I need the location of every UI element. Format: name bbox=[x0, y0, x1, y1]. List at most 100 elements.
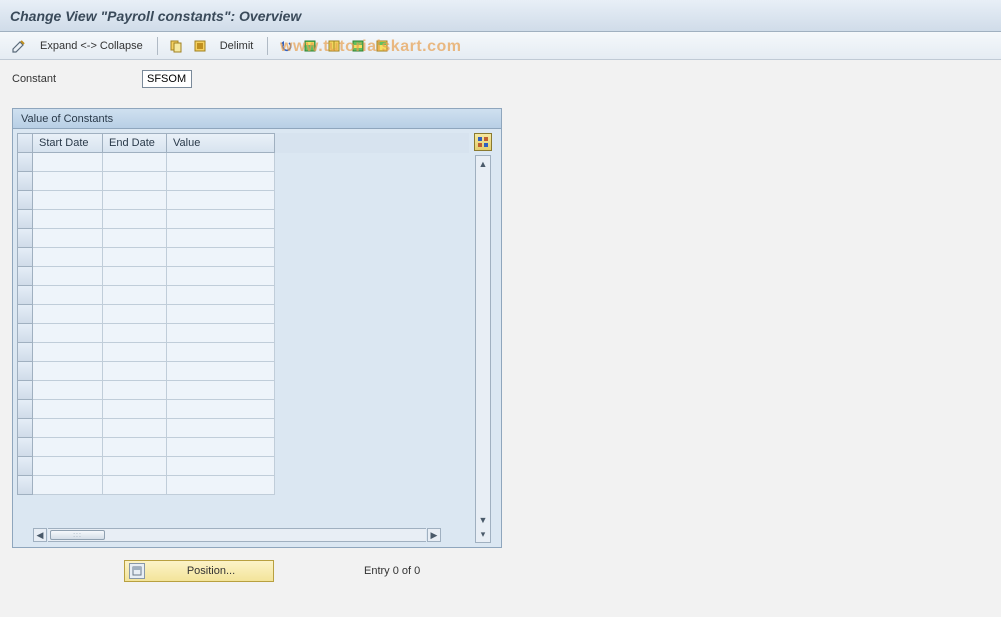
cell[interactable] bbox=[167, 438, 275, 457]
delimit-button[interactable]: Delimit bbox=[214, 40, 260, 52]
row-selector[interactable] bbox=[17, 324, 33, 343]
scroll-last-icon[interactable]: ▾ bbox=[477, 528, 489, 540]
cell[interactable] bbox=[103, 457, 167, 476]
cell[interactable] bbox=[33, 343, 103, 362]
scroll-right-icon[interactable]: ▶ bbox=[427, 528, 441, 542]
row-selector[interactable] bbox=[17, 400, 33, 419]
row-selector[interactable] bbox=[17, 191, 33, 210]
cell[interactable] bbox=[103, 324, 167, 343]
cell[interactable] bbox=[167, 381, 275, 400]
cell[interactable] bbox=[167, 476, 275, 495]
constant-input[interactable] bbox=[142, 70, 192, 88]
print-icon[interactable] bbox=[372, 36, 392, 56]
scroll-down-icon[interactable]: ▼ bbox=[477, 514, 489, 526]
hscroll-track[interactable]: ::: bbox=[48, 528, 426, 542]
undo-icon[interactable] bbox=[276, 36, 296, 56]
row-selector[interactable] bbox=[17, 229, 33, 248]
cell[interactable] bbox=[167, 419, 275, 438]
cell[interactable] bbox=[33, 419, 103, 438]
table-row bbox=[17, 419, 469, 438]
scroll-up-icon[interactable]: ▲ bbox=[477, 158, 489, 170]
row-selector[interactable] bbox=[17, 248, 33, 267]
cell[interactable] bbox=[167, 267, 275, 286]
cell[interactable] bbox=[103, 400, 167, 419]
cell[interactable] bbox=[167, 400, 275, 419]
select-all-icon[interactable] bbox=[190, 36, 210, 56]
position-button[interactable]: Position... bbox=[124, 560, 274, 582]
cell[interactable] bbox=[103, 381, 167, 400]
row-selector[interactable] bbox=[17, 153, 33, 172]
col-start-date[interactable]: Start Date bbox=[33, 133, 103, 153]
table-config-icon[interactable] bbox=[474, 133, 492, 151]
select-all-rows[interactable] bbox=[17, 133, 33, 153]
cell[interactable] bbox=[167, 362, 275, 381]
cell[interactable] bbox=[33, 305, 103, 324]
cell[interactable] bbox=[103, 362, 167, 381]
cell[interactable] bbox=[33, 229, 103, 248]
cell[interactable] bbox=[167, 343, 275, 362]
row-selector[interactable] bbox=[17, 267, 33, 286]
cell[interactable] bbox=[167, 172, 275, 191]
cell[interactable] bbox=[103, 229, 167, 248]
table-settings-icon[interactable] bbox=[348, 36, 368, 56]
cell[interactable] bbox=[167, 305, 275, 324]
row-selector[interactable] bbox=[17, 305, 33, 324]
row-selector[interactable] bbox=[17, 419, 33, 438]
cell[interactable] bbox=[167, 191, 275, 210]
cell[interactable] bbox=[33, 457, 103, 476]
right-strip: ▲ ▼ ▾ bbox=[469, 133, 497, 543]
toggle-edit-icon[interactable] bbox=[8, 36, 30, 56]
cell[interactable] bbox=[33, 267, 103, 286]
row-selector[interactable] bbox=[17, 172, 33, 191]
cell[interactable] bbox=[103, 248, 167, 267]
cell[interactable] bbox=[33, 438, 103, 457]
cell[interactable] bbox=[33, 286, 103, 305]
row-selector[interactable] bbox=[17, 210, 33, 229]
cell[interactable] bbox=[103, 419, 167, 438]
cell[interactable] bbox=[167, 457, 275, 476]
cell[interactable] bbox=[167, 286, 275, 305]
cell[interactable] bbox=[33, 172, 103, 191]
cell[interactable] bbox=[33, 324, 103, 343]
cell[interactable] bbox=[103, 153, 167, 172]
scroll-left-icon[interactable]: ◀ bbox=[33, 528, 47, 542]
table-row bbox=[17, 362, 469, 381]
cell[interactable] bbox=[33, 210, 103, 229]
cell[interactable] bbox=[33, 191, 103, 210]
row-selector[interactable] bbox=[17, 381, 33, 400]
cell[interactable] bbox=[103, 343, 167, 362]
row-selector[interactable] bbox=[17, 438, 33, 457]
col-value[interactable]: Value bbox=[167, 133, 275, 153]
cell[interactable] bbox=[167, 210, 275, 229]
cell[interactable] bbox=[167, 153, 275, 172]
expand-collapse-button[interactable]: Expand <-> Collapse bbox=[34, 40, 149, 52]
select-block-icon[interactable] bbox=[300, 36, 320, 56]
cell[interactable] bbox=[103, 305, 167, 324]
cell[interactable] bbox=[33, 248, 103, 267]
cell[interactable] bbox=[33, 362, 103, 381]
cell[interactable] bbox=[103, 210, 167, 229]
cell[interactable] bbox=[167, 248, 275, 267]
deselect-all-icon[interactable] bbox=[324, 36, 344, 56]
row-selector[interactable] bbox=[17, 286, 33, 305]
cell[interactable] bbox=[103, 286, 167, 305]
copy-icon[interactable] bbox=[166, 36, 186, 56]
hscroll-thumb[interactable]: ::: bbox=[50, 530, 105, 540]
row-selector[interactable] bbox=[17, 362, 33, 381]
row-selector[interactable] bbox=[17, 343, 33, 362]
vertical-scrollbar[interactable]: ▲ ▼ ▾ bbox=[475, 155, 491, 543]
cell[interactable] bbox=[33, 381, 103, 400]
cell[interactable] bbox=[33, 400, 103, 419]
cell[interactable] bbox=[167, 324, 275, 343]
row-selector[interactable] bbox=[17, 457, 33, 476]
cell[interactable] bbox=[103, 438, 167, 457]
cell[interactable] bbox=[33, 153, 103, 172]
cell[interactable] bbox=[103, 267, 167, 286]
cell[interactable] bbox=[167, 229, 275, 248]
col-end-date[interactable]: End Date bbox=[103, 133, 167, 153]
row-selector[interactable] bbox=[17, 476, 33, 495]
cell[interactable] bbox=[33, 476, 103, 495]
cell[interactable] bbox=[103, 191, 167, 210]
cell[interactable] bbox=[103, 476, 167, 495]
cell[interactable] bbox=[103, 172, 167, 191]
